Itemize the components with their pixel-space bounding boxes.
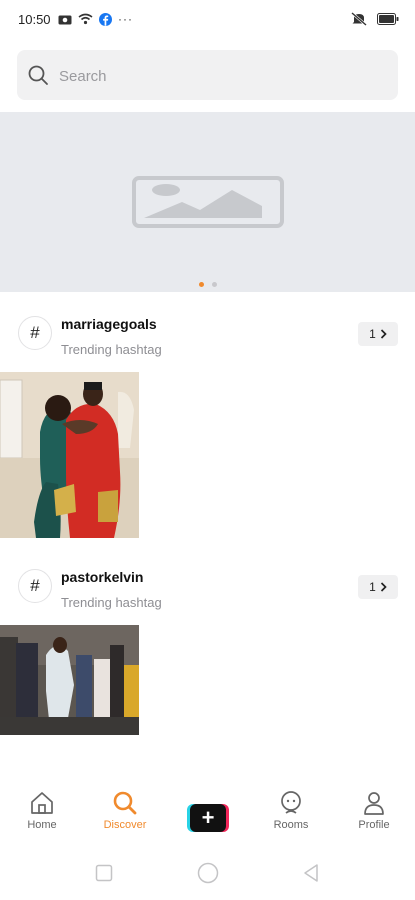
nav-home[interactable]: Home <box>7 790 77 831</box>
carousel-dot <box>211 282 217 287</box>
back-icon[interactable] <box>302 863 320 883</box>
battery-icon <box>377 13 399 25</box>
search-icon <box>28 65 48 85</box>
hashtag-subtitle: Trending hashtag <box>61 595 162 610</box>
system-navigation-bar <box>0 858 415 888</box>
hashtag-name: pastorkelvin <box>61 569 144 585</box>
wifi-icon <box>78 13 93 25</box>
recent-apps-icon[interactable] <box>95 864 113 882</box>
status-notification-icons: ··· <box>58 12 133 26</box>
create-button[interactable]: + <box>187 804 229 832</box>
hashtag-icon: # <box>18 316 52 350</box>
banner-carousel[interactable] <box>0 112 415 292</box>
rooms-icon <box>281 791 301 814</box>
carousel-dots <box>0 282 415 287</box>
video-thumbnail-image <box>0 372 139 538</box>
hashtag-name: marriagegoals <box>61 316 157 332</box>
video-thumbnail[interactable] <box>0 625 139 735</box>
bottom-navigation: Home Discover + Rooms Profile <box>0 790 415 848</box>
video-thumbnail-image <box>0 625 139 735</box>
nav-rooms-label: Rooms <box>273 819 309 831</box>
nav-home-label: Home <box>27 819 57 831</box>
mute-icon <box>351 12 367 26</box>
status-system-icons <box>351 12 399 26</box>
hashtag-count-button[interactable]: 1 <box>358 322 398 346</box>
home-icon <box>31 792 53 814</box>
search-icon <box>113 791 137 815</box>
hashtag-icon: # <box>18 569 52 603</box>
status-time: 10:50 <box>18 12 51 27</box>
hashtag-row-marriagegoals[interactable]: # marriagegoals Trending hashtag 1 <box>0 316 415 376</box>
profile-icon <box>364 792 384 815</box>
facebook-icon <box>99 12 112 26</box>
nav-discover-label: Discover <box>103 819 147 831</box>
hashtag-count: 1 <box>369 580 376 594</box>
carousel-dot-active <box>198 282 204 287</box>
create-plus-symbol: + <box>201 805 215 830</box>
chevron-right-icon <box>380 582 387 592</box>
nav-profile-label: Profile <box>358 819 390 831</box>
nav-profile[interactable]: Profile <box>339 790 409 831</box>
hashtag-count: 1 <box>369 327 376 341</box>
nav-discover[interactable]: Discover <box>90 790 160 831</box>
more-notifications-indicator: ··· <box>118 12 133 26</box>
camera-icon <box>58 15 72 24</box>
search-input[interactable] <box>57 50 391 102</box>
search-bar[interactable] <box>17 50 398 102</box>
hashtag-row-pastorkelvin[interactable]: # pastorkelvin Trending hashtag 1 <box>0 569 415 629</box>
hashtag-count-button[interactable]: 1 <box>358 575 398 599</box>
nav-rooms[interactable]: Rooms <box>256 790 326 831</box>
status-bar: 10:50 ··· <box>0 0 415 40</box>
home-circle-icon[interactable] <box>197 862 219 884</box>
chevron-right-icon <box>380 329 387 339</box>
video-thumbnail[interactable] <box>0 372 139 538</box>
image-placeholder-icon <box>132 176 284 228</box>
hashtag-subtitle: Trending hashtag <box>61 342 162 357</box>
